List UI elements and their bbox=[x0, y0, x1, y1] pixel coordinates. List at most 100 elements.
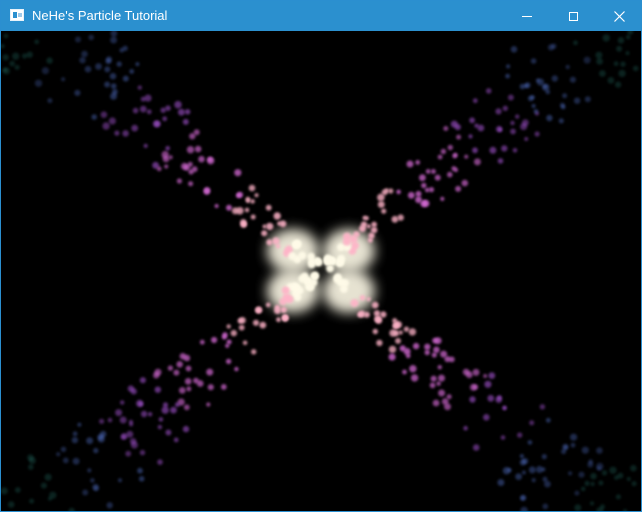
particle bbox=[130, 441, 138, 449]
particle bbox=[167, 365, 174, 371]
particle bbox=[77, 422, 82, 427]
particle bbox=[252, 319, 260, 326]
particle bbox=[432, 337, 438, 344]
particle bbox=[607, 77, 615, 84]
particle-field bbox=[1, 31, 639, 511]
particle bbox=[47, 98, 53, 104]
particle bbox=[602, 34, 610, 42]
particle bbox=[410, 374, 419, 382]
particle bbox=[285, 295, 294, 304]
particle bbox=[154, 386, 161, 393]
particle bbox=[12, 52, 20, 60]
particle bbox=[391, 215, 399, 223]
particle bbox=[531, 478, 536, 483]
particle bbox=[99, 418, 105, 424]
particle bbox=[2, 67, 8, 73]
particle bbox=[214, 204, 219, 208]
particle bbox=[102, 122, 110, 130]
window-app-icon[interactable] bbox=[10, 9, 24, 21]
particle bbox=[234, 366, 239, 372]
particle bbox=[139, 105, 147, 113]
particle bbox=[154, 120, 161, 128]
particle bbox=[120, 434, 127, 440]
particle bbox=[226, 339, 232, 345]
particle bbox=[569, 76, 577, 83]
particle bbox=[135, 62, 140, 67]
particle bbox=[430, 375, 437, 382]
particle bbox=[276, 317, 281, 323]
particle bbox=[116, 61, 122, 67]
minimize-button[interactable] bbox=[504, 1, 550, 31]
particle bbox=[521, 470, 526, 475]
particle bbox=[250, 214, 256, 220]
particle bbox=[34, 79, 43, 87]
particle bbox=[266, 222, 274, 231]
particle bbox=[240, 221, 247, 228]
particle bbox=[388, 345, 397, 354]
particle bbox=[469, 396, 476, 403]
particle bbox=[437, 365, 442, 370]
particle bbox=[137, 85, 142, 90]
particle bbox=[403, 326, 410, 332]
particle bbox=[292, 240, 301, 249]
particle bbox=[589, 501, 595, 506]
particle bbox=[26, 51, 33, 58]
particle bbox=[122, 75, 129, 82]
particle bbox=[632, 65, 639, 72]
particle bbox=[251, 349, 257, 355]
particle bbox=[147, 412, 153, 417]
particle bbox=[79, 57, 86, 64]
particle bbox=[146, 109, 152, 115]
particle bbox=[194, 145, 202, 153]
particle bbox=[119, 416, 127, 424]
particle bbox=[178, 387, 186, 394]
particle bbox=[196, 380, 204, 387]
particle bbox=[176, 178, 182, 184]
particle bbox=[424, 349, 430, 356]
particle bbox=[428, 187, 435, 193]
particle bbox=[546, 114, 553, 122]
particle bbox=[573, 97, 581, 104]
particle bbox=[362, 215, 367, 220]
particle bbox=[279, 220, 287, 228]
particle bbox=[545, 417, 551, 423]
particle bbox=[242, 340, 248, 346]
particle bbox=[520, 123, 528, 131]
particle bbox=[7, 501, 15, 508]
particle bbox=[86, 437, 94, 445]
particle bbox=[371, 301, 379, 309]
particle bbox=[424, 343, 431, 350]
title-bar[interactable]: NeHe's Particle Tutorial bbox=[1, 1, 641, 31]
particle bbox=[374, 315, 382, 323]
particle bbox=[613, 61, 619, 67]
particle bbox=[157, 459, 163, 465]
particle bbox=[452, 153, 458, 159]
particle bbox=[446, 394, 452, 400]
particle bbox=[88, 34, 94, 41]
particle bbox=[380, 311, 387, 318]
particle bbox=[462, 368, 470, 376]
particle bbox=[580, 486, 586, 492]
particle bbox=[512, 148, 518, 153]
particle bbox=[440, 350, 448, 358]
particle bbox=[199, 339, 205, 345]
particle bbox=[203, 187, 211, 194]
particle bbox=[244, 207, 250, 213]
opengl-viewport[interactable] bbox=[1, 31, 641, 511]
particle bbox=[282, 315, 288, 320]
particle bbox=[254, 193, 259, 198]
particle bbox=[421, 182, 427, 189]
particle bbox=[161, 406, 169, 414]
maximize-button[interactable] bbox=[550, 1, 596, 31]
particle bbox=[415, 190, 422, 197]
particle bbox=[562, 443, 569, 451]
particle bbox=[131, 124, 139, 132]
particle bbox=[527, 95, 534, 102]
particle bbox=[447, 171, 453, 178]
particle bbox=[542, 83, 550, 92]
particle bbox=[529, 420, 535, 426]
particle bbox=[110, 31, 118, 37]
particle bbox=[261, 230, 268, 237]
particle bbox=[519, 83, 526, 90]
close-button[interactable] bbox=[596, 1, 641, 31]
